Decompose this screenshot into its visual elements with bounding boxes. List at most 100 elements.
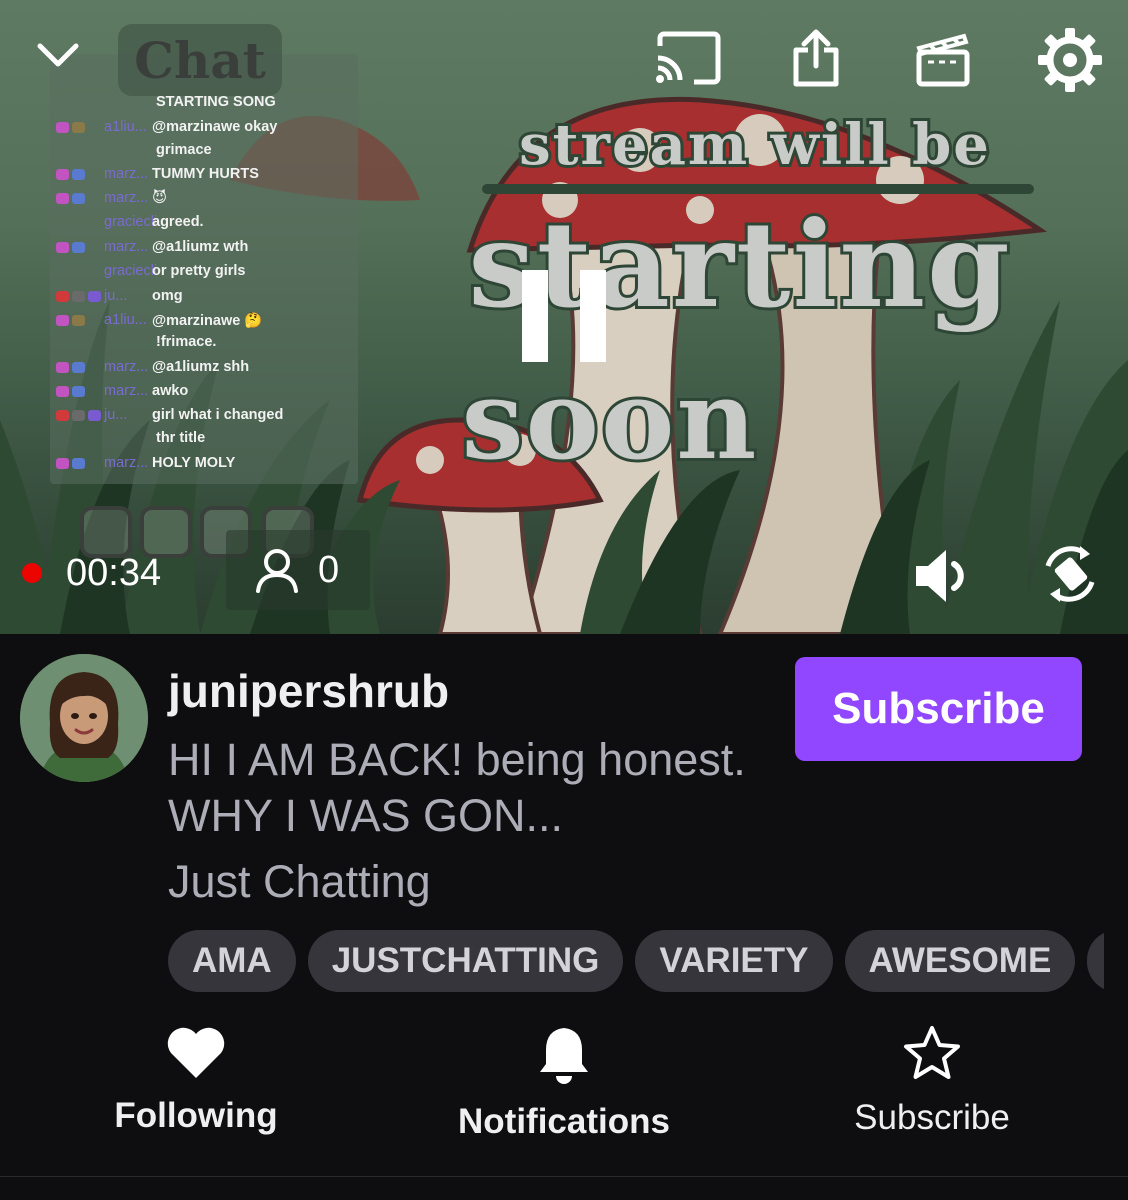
volume-icon bbox=[916, 550, 964, 602]
following-button[interactable]: Following bbox=[96, 1024, 296, 1154]
chat-badge-icon bbox=[72, 241, 85, 253]
chat-text: @marzinawe 🤔 bbox=[152, 312, 263, 329]
bell-icon bbox=[540, 1028, 588, 1084]
video-player[interactable]: Chat STARTING SONG a1liu... @marzinawe oka… bbox=[0, 0, 1128, 634]
chat-badge-icon bbox=[72, 290, 85, 302]
chat-badge-icon bbox=[56, 241, 69, 253]
gear-icon bbox=[1038, 28, 1102, 92]
subscribe-action-button[interactable]: Subscribe bbox=[832, 1024, 1032, 1154]
notifications-label: Notifications bbox=[458, 1102, 670, 1141]
subscribe-button[interactable]: Subscribe bbox=[795, 657, 1082, 761]
following-label: Following bbox=[114, 1096, 278, 1135]
overlay-line-1: stream will be bbox=[516, 109, 992, 181]
share-button[interactable] bbox=[790, 26, 842, 93]
rotate-screen-icon bbox=[1045, 546, 1095, 602]
rotate-screen-button[interactable] bbox=[1040, 542, 1100, 609]
overlay-line-3: soon bbox=[459, 352, 760, 487]
stream-category[interactable]: Just Chatting bbox=[168, 856, 431, 908]
chat-message: !frimace. bbox=[156, 334, 217, 350]
chat-badge-icon bbox=[72, 168, 85, 180]
chat-message: marz... 😈 bbox=[56, 187, 167, 209]
chat-message: grimace bbox=[156, 142, 212, 158]
chat-message: gracieclillor pretty girls bbox=[56, 260, 245, 282]
chat-username: a1liu... bbox=[104, 312, 147, 328]
chat-badge-icon bbox=[56, 168, 69, 180]
chat-username: marz... bbox=[104, 383, 149, 399]
chat-badges bbox=[56, 192, 104, 204]
chevron-down-icon bbox=[37, 43, 79, 67]
chat-message: thr title bbox=[156, 430, 206, 446]
live-indicator-dot bbox=[22, 563, 42, 583]
chat-message: marz... @a1liumz wth bbox=[56, 236, 248, 258]
pause-button[interactable] bbox=[522, 270, 606, 365]
chat-badge-icon bbox=[88, 290, 101, 302]
tag-chip[interactable]: VARIETY bbox=[635, 930, 833, 992]
chat-username: a1liu... bbox=[104, 119, 147, 135]
chat-message: a1liu... @marzinawe okay bbox=[56, 116, 277, 138]
volume-button[interactable] bbox=[912, 546, 976, 609]
cast-icon bbox=[656, 31, 721, 85]
notifications-button[interactable]: Notifications bbox=[444, 1024, 684, 1154]
viewer-count: 0 bbox=[226, 530, 370, 610]
cast-button[interactable] bbox=[654, 30, 722, 89]
elapsed-time: 00:34 bbox=[66, 551, 162, 594]
chat-username: marz... bbox=[104, 239, 149, 255]
chat-badges bbox=[56, 361, 104, 373]
subscribe-action-label: Subscribe bbox=[854, 1098, 1010, 1137]
star-icon bbox=[904, 1026, 960, 1079]
share-icon bbox=[793, 29, 839, 87]
clapperboard-icon bbox=[916, 33, 970, 87]
chat-message: a1liu... @marzinawe 🤔 bbox=[56, 309, 262, 331]
chat-message: marz... @a1liumz shh bbox=[56, 356, 249, 378]
viewer-count-value: 0 bbox=[318, 548, 340, 591]
chat-message: marz... TUMMY HURTS bbox=[56, 163, 259, 185]
chat-username: ju... bbox=[104, 407, 128, 423]
chat-text: @marzinawe okay bbox=[152, 119, 278, 135]
chat-overlay-heading: Chat bbox=[118, 24, 282, 96]
chat-badges bbox=[56, 409, 104, 421]
chat-badge-icon bbox=[56, 385, 69, 397]
chat-badge-icon bbox=[72, 192, 85, 204]
chat-badge-icon bbox=[56, 290, 69, 302]
chat-badge-icon bbox=[56, 192, 69, 204]
person-icon bbox=[256, 549, 298, 593]
chat-badge-icon bbox=[56, 457, 69, 469]
chat-badge-icon bbox=[56, 409, 69, 421]
channel-name[interactable]: junipershrub bbox=[168, 664, 449, 718]
chat-username: gracieclill bbox=[104, 214, 156, 230]
tag-chip[interactable]: AWESOME bbox=[844, 930, 1076, 992]
chat-text: or pretty girls bbox=[152, 263, 246, 279]
channel-avatar[interactable] bbox=[20, 654, 148, 782]
chat-text: HOLY MOLY bbox=[152, 455, 236, 471]
chat-username: marz... bbox=[104, 190, 149, 206]
chat-message: gracieclillagreed. bbox=[56, 211, 204, 233]
chat-text: awko bbox=[152, 383, 189, 399]
chat-badge-icon bbox=[72, 361, 85, 373]
chat-badge-icon bbox=[72, 121, 85, 133]
stream-title: HI I AM BACK! being honest. WHY I WAS GO… bbox=[168, 734, 746, 841]
pause-icon bbox=[522, 270, 606, 362]
chat-badge-icon bbox=[56, 361, 69, 373]
collapse-player-button[interactable] bbox=[34, 38, 82, 77]
chat-badges bbox=[56, 168, 104, 180]
chat-text: @a1liumz wth bbox=[152, 239, 249, 255]
tag-chip[interactable] bbox=[1087, 930, 1104, 992]
chat-badge-icon bbox=[72, 314, 85, 326]
chat-message: marz... HOLY MOLY bbox=[56, 452, 235, 474]
chat-badges bbox=[56, 290, 104, 302]
chat-username: marz... bbox=[104, 166, 149, 182]
clip-button[interactable] bbox=[914, 28, 972, 91]
tag-chip[interactable]: AMA bbox=[168, 930, 296, 992]
tag-chip[interactable]: JUSTCHATTING bbox=[307, 930, 624, 992]
chat-badge-icon bbox=[72, 457, 85, 469]
chat-message: ju... omg bbox=[56, 285, 183, 307]
chat-badge-icon bbox=[72, 385, 85, 397]
divider bbox=[0, 1176, 1128, 1177]
chat-message: STARTING SONG bbox=[156, 94, 276, 110]
chat-badges bbox=[56, 241, 104, 253]
chat-username: marz... bbox=[104, 455, 149, 471]
chat-badges bbox=[56, 121, 104, 133]
chat-text: @a1liumz shh bbox=[152, 359, 250, 375]
chat-text: agreed. bbox=[152, 214, 204, 230]
settings-button[interactable] bbox=[1036, 26, 1104, 97]
